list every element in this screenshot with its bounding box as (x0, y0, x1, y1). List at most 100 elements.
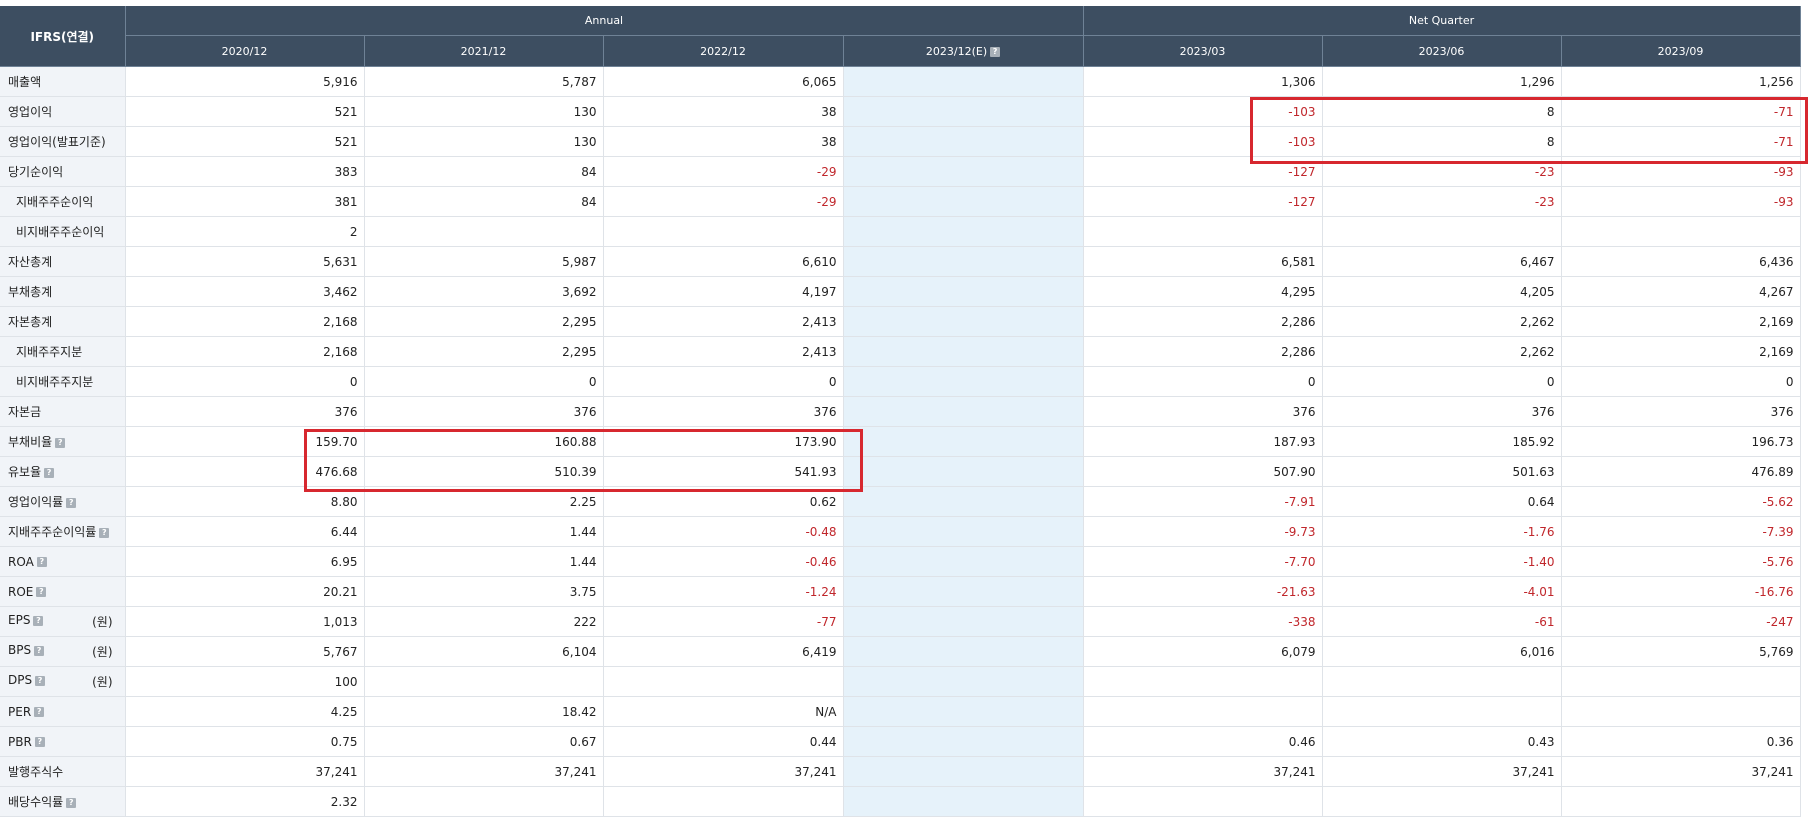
row-label-text: 자산총계 (8, 255, 53, 269)
estimate-cell (843, 306, 1084, 337)
value-cell: 1,256 (1561, 66, 1801, 97)
value-cell: 84 (364, 186, 604, 217)
table-row: 자본금 376 376 376 376 376 376 (0, 396, 1801, 427)
help-icon[interactable]: ? (34, 645, 45, 656)
row-label-text: ROA (8, 554, 34, 569)
value-cell (603, 786, 844, 817)
column-header[interactable]: 2020/12 (125, 35, 365, 67)
value-cell: 6,436 (1561, 246, 1801, 277)
value-cell: -1.76 (1322, 516, 1562, 547)
value-cell: -7.70 (1083, 546, 1323, 577)
value-cell: 0 (603, 366, 844, 397)
value-cell: 37,241 (364, 756, 604, 787)
table-row: 자산총계 5,631 5,987 6,610 6,581 6,467 6,436 (0, 246, 1801, 277)
help-icon[interactable]: ? (66, 497, 77, 508)
estimate-cell (843, 156, 1084, 187)
table-row: 배당수익률? 2.32 (0, 786, 1801, 817)
row-label-text: 지배주주순이익 (16, 195, 94, 209)
annual-group-header: Annual (125, 6, 1084, 36)
value-cell (1083, 786, 1323, 817)
value-cell: 2,168 (125, 336, 365, 367)
unit-label: (원) (92, 675, 113, 689)
row-label: 유보율? (0, 456, 126, 487)
table-row: ROA? 6.95 1.44 -0.46 -7.70 -1.40 -5.76 (0, 546, 1801, 577)
unit-label: (원) (92, 645, 113, 659)
column-header[interactable]: 2023/03 (1083, 35, 1323, 67)
value-cell (1322, 696, 1562, 727)
value-cell: 187.93 (1083, 426, 1323, 457)
column-header-estimate[interactable]: 2023/12(E)? (843, 35, 1084, 67)
row-label-text: 유보율 (8, 465, 42, 479)
value-cell: 2,413 (603, 306, 844, 337)
column-header[interactable]: 2021/12 (364, 35, 604, 67)
value-cell: -0.46 (603, 546, 844, 577)
net-quarter-group-header: Net Quarter (1083, 6, 1801, 36)
help-icon[interactable]: ? (44, 467, 55, 478)
estimate-cell (843, 66, 1084, 97)
help-icon[interactable]: ? (34, 737, 45, 747)
help-icon[interactable]: ? (34, 707, 45, 717)
table-row: 비지배주주지분 0 0 0 0 0 0 (0, 366, 1801, 397)
table-row: 지배주주순이익률? 6.44 1.44 -0.48 -9.73 -1.76 -7.39 (0, 516, 1801, 547)
row-label-text: 영업이익률 (8, 495, 64, 509)
help-icon[interactable]: ? (990, 46, 1001, 57)
row-label: 지배주주순이익률? (0, 516, 126, 547)
value-cell: N/A (603, 696, 844, 727)
estimate-cell (843, 516, 1084, 547)
value-cell: 376 (1561, 396, 1801, 427)
row-label: 영업이익(발표기준) (0, 126, 126, 157)
value-cell: 5,916 (125, 66, 365, 97)
value-cell: 196.73 (1561, 426, 1801, 457)
help-icon[interactable]: ? (33, 615, 44, 626)
value-cell: 20.21 (125, 576, 365, 607)
table-row: 비지배주주순이익 2 (0, 216, 1801, 247)
value-cell (1322, 786, 1562, 817)
value-cell: -7.91 (1083, 486, 1323, 517)
row-label-text: 발행주식수 (8, 765, 64, 779)
row-label: 부채비율? (0, 426, 126, 457)
row-label: EPS? (원) (0, 606, 126, 637)
row-label-text: 지배주주순이익률 (8, 525, 97, 539)
value-cell: -127 (1083, 156, 1323, 187)
value-cell: 6,467 (1322, 246, 1562, 277)
row-label: DPS? (원) (0, 666, 126, 697)
column-header[interactable]: 2023/09 (1561, 35, 1801, 67)
table-row: PBR? 0.75 0.67 0.44 0.46 0.43 0.36 (0, 726, 1801, 757)
help-icon[interactable]: ? (36, 587, 47, 597)
help-icon[interactable]: ? (35, 675, 46, 686)
value-cell: 8 (1322, 96, 1562, 127)
estimate-cell (843, 426, 1084, 457)
estimate-cell (843, 576, 1084, 607)
value-cell: 2,168 (125, 306, 365, 337)
help-icon[interactable]: ? (99, 527, 110, 538)
row-label-text: 지배주주지분 (16, 345, 83, 359)
value-cell: 5,987 (364, 246, 604, 277)
value-cell: 0.62 (603, 486, 844, 517)
value-cell: 0.36 (1561, 726, 1801, 757)
help-icon[interactable]: ? (55, 437, 66, 448)
column-header[interactable]: 2022/12 (603, 35, 844, 67)
value-cell: 6,016 (1322, 636, 1562, 667)
help-icon[interactable]: ? (36, 557, 47, 567)
value-cell: 6,581 (1083, 246, 1323, 277)
value-cell: -5.76 (1561, 546, 1801, 577)
value-cell: 1,306 (1083, 66, 1323, 97)
estimate-cell (843, 456, 1084, 487)
row-label-text: 자본총계 (8, 315, 53, 329)
column-header[interactable]: 2023/06 (1322, 35, 1562, 67)
value-cell: -21.63 (1083, 576, 1323, 607)
estimate-cell (843, 786, 1084, 817)
row-label-text: 영업이익(발표기준) (8, 135, 106, 149)
value-cell: 376 (1083, 396, 1323, 427)
help-icon[interactable]: ? (66, 797, 77, 808)
value-cell (364, 786, 604, 817)
row-label: 배당수익률? (0, 786, 126, 817)
value-cell (364, 666, 604, 697)
value-cell: 3.75 (364, 576, 604, 607)
row-label: 매출액 (0, 66, 126, 97)
table-row: 영업이익률? 8.80 2.25 0.62 -7.91 0.64 -5.62 (0, 486, 1801, 517)
table-row: EPS? (원) 1,013 222 -77 -338 -61 -247 (0, 606, 1801, 637)
row-label-text: DPS (8, 673, 33, 687)
estimate-cell (843, 126, 1084, 157)
value-cell: 2,295 (364, 336, 604, 367)
